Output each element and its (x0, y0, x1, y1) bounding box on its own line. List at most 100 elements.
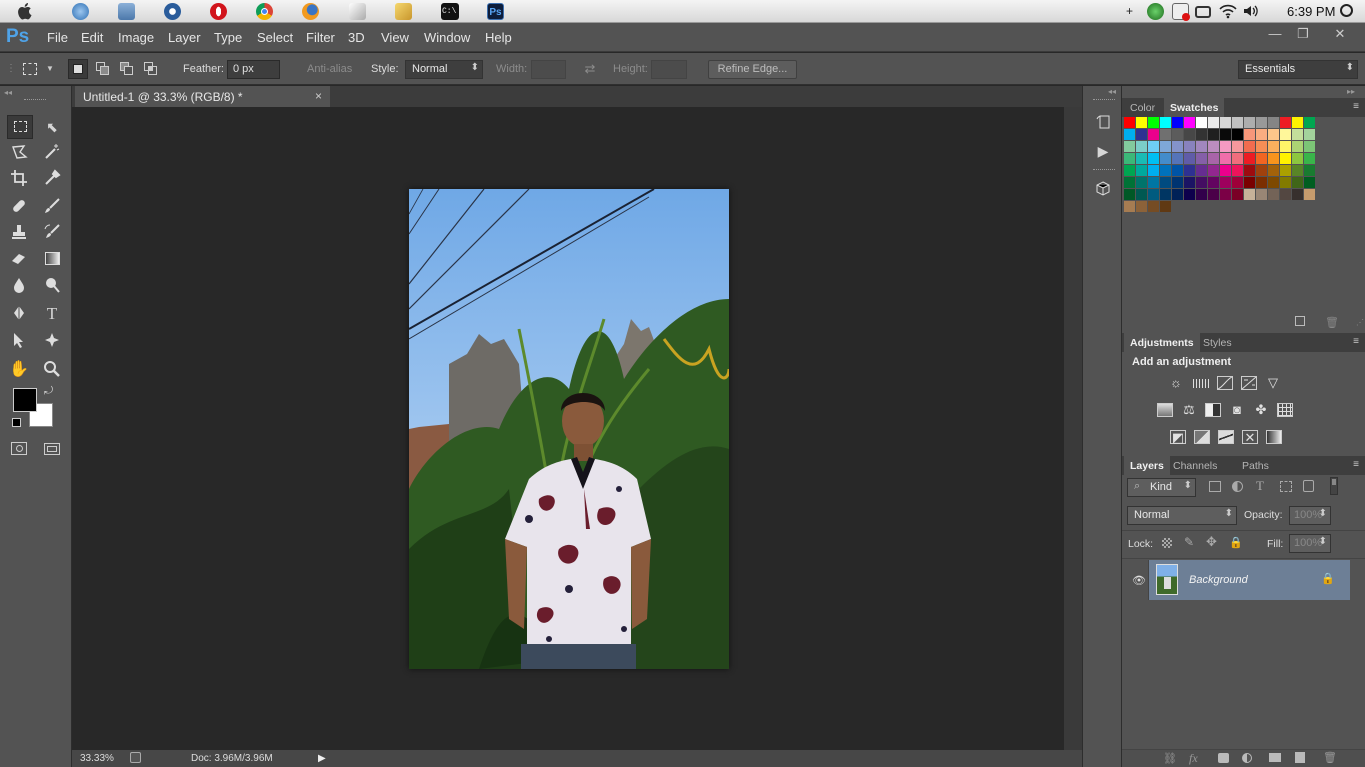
lock-transparent-icon[interactable] (1162, 538, 1172, 548)
color-swatch[interactable] (1292, 177, 1303, 188)
hand-tool-icon[interactable]: ✋ (9, 360, 29, 380)
color-swatch[interactable] (1124, 129, 1135, 140)
color-swatch[interactable] (1244, 117, 1255, 128)
posterize-icon[interactable] (1194, 430, 1210, 444)
color-swatch[interactable] (1220, 189, 1231, 200)
color-swatch[interactable] (1136, 141, 1147, 152)
new-adjustment-layer-icon[interactable] (1242, 753, 1252, 763)
color-swatch[interactable] (1184, 153, 1195, 164)
color-swatch[interactable] (1220, 129, 1231, 140)
threshold-icon[interactable] (1218, 430, 1234, 444)
close-window-button[interactable]: ✕ (1325, 26, 1355, 44)
tab-channels[interactable]: Channels (1167, 456, 1223, 475)
new-selection-icon[interactable] (68, 59, 88, 79)
spotlight-icon[interactable] (1340, 4, 1353, 17)
move-tool-icon[interactable]: ⬉ (42, 117, 62, 137)
color-swatch[interactable] (1160, 153, 1171, 164)
menu-image[interactable]: Image (118, 30, 154, 45)
levels-icon[interactable] (1193, 376, 1209, 390)
new-swatch-icon[interactable] (1295, 316, 1305, 326)
healing-brush-tool-icon[interactable] (9, 197, 29, 217)
style-select[interactable]: Normal (405, 60, 483, 79)
color-swatch[interactable] (1124, 177, 1135, 188)
width-input[interactable] (531, 60, 566, 79)
color-swatch[interactable] (1208, 129, 1219, 140)
opera-icon[interactable] (210, 3, 227, 20)
color-swatch[interactable] (1244, 141, 1255, 152)
color-swatch[interactable] (1196, 141, 1207, 152)
color-swatch[interactable] (1280, 153, 1291, 164)
color-swatch[interactable] (1124, 189, 1135, 200)
clone-stamp-tool-icon[interactable] (9, 223, 29, 243)
color-swatch[interactable] (1268, 117, 1279, 128)
color-swatch[interactable] (1268, 129, 1279, 140)
color-swatch[interactable] (1196, 189, 1207, 200)
selective-color-icon[interactable]: ✕ (1242, 430, 1258, 445)
invert-icon[interactable]: ◩ (1170, 430, 1186, 445)
path-selection-tool-icon[interactable] (9, 331, 29, 351)
tab-layers[interactable]: Layers (1124, 456, 1170, 475)
screen-mode-icon[interactable] (44, 443, 60, 455)
collapse-strip-icon[interactable]: ◂◂ (1108, 87, 1116, 96)
color-swatch[interactable] (1304, 189, 1315, 200)
layer-row-background[interactable]: Background 🔒 (1149, 560, 1350, 600)
add-to-selection-icon[interactable] (93, 59, 113, 79)
color-swatch[interactable] (1148, 129, 1159, 140)
apple-icon[interactable] (17, 2, 34, 20)
color-swatch[interactable] (1160, 141, 1171, 152)
foreground-color-swatch[interactable] (13, 388, 37, 412)
color-swatch[interactable] (1124, 153, 1135, 164)
layer-kind-filter[interactable]: Kind ⌕ (1127, 478, 1196, 497)
tab-paths[interactable]: Paths (1236, 456, 1275, 475)
color-swatch[interactable] (1184, 117, 1195, 128)
color-swatch[interactable] (1244, 129, 1255, 140)
crop-tool-icon[interactable] (9, 169, 29, 189)
color-swatch[interactable] (1232, 177, 1243, 188)
new-layer-icon[interactable] (1295, 752, 1305, 763)
subtract-from-selection-icon[interactable] (117, 59, 137, 79)
lasso-tool-icon[interactable] (9, 143, 29, 163)
fill-input[interactable]: 100% (1289, 534, 1331, 553)
color-swatch[interactable] (1160, 177, 1171, 188)
color-swatch[interactable] (1136, 189, 1147, 200)
color-swatch[interactable] (1292, 129, 1303, 140)
color-swatch[interactable] (1124, 141, 1135, 152)
color-swatch[interactable] (1136, 117, 1147, 128)
zoom-tool-icon[interactable] (42, 360, 62, 380)
black-white-icon[interactable] (1205, 403, 1221, 417)
finder-icon[interactable] (72, 3, 89, 20)
feather-input[interactable]: 0 px (227, 60, 280, 79)
pen-tool-icon[interactable] (9, 304, 29, 324)
default-colors-icon[interactable] (12, 418, 21, 427)
color-swatch[interactable] (1184, 189, 1195, 200)
color-swatch[interactable] (1268, 153, 1279, 164)
restore-button[interactable]: ❐ (1288, 26, 1318, 44)
color-swatch[interactable] (1256, 117, 1267, 128)
flag-icon[interactable] (1172, 3, 1190, 21)
color-swatch[interactable] (1220, 165, 1231, 176)
color-swatch[interactable] (1220, 177, 1231, 188)
menu-help[interactable]: Help (485, 30, 512, 45)
height-input[interactable] (651, 60, 687, 79)
gradient-tool-icon[interactable] (42, 249, 62, 269)
color-swatch[interactable] (1280, 177, 1291, 188)
color-swatch[interactable] (1244, 165, 1255, 176)
color-swatch[interactable] (1148, 165, 1159, 176)
resize-grip-icon[interactable]: ⋰ (1356, 318, 1364, 327)
document-icon[interactable] (349, 3, 366, 20)
color-swatch[interactable] (1208, 177, 1219, 188)
color-swatch[interactable] (1280, 165, 1291, 176)
library-icon[interactable] (118, 3, 135, 20)
marquee-tool-icon[interactable] (7, 115, 33, 139)
color-swatch[interactable] (1256, 165, 1267, 176)
color-swatch[interactable] (1160, 165, 1171, 176)
color-swatch[interactable] (1184, 165, 1195, 176)
color-swatch[interactable] (1172, 129, 1183, 140)
menu-view[interactable]: View (381, 30, 409, 45)
3d-panel-icon[interactable] (1093, 180, 1113, 200)
blur-tool-icon[interactable] (9, 276, 29, 296)
delete-swatch-icon[interactable]: 🗑 (1325, 316, 1339, 329)
refine-edge-button[interactable]: Refine Edge... (708, 60, 797, 79)
add-mask-icon[interactable] (1218, 753, 1229, 763)
color-swatch[interactable] (1256, 141, 1267, 152)
